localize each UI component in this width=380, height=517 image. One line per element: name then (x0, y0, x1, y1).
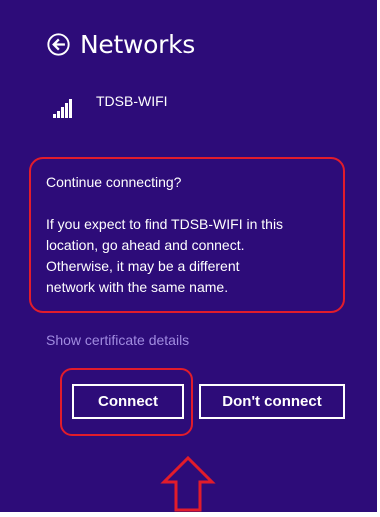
connect-highlight-outline (60, 368, 193, 436)
page-title: Networks (80, 30, 196, 59)
back-arrow-circle-icon[interactable] (47, 33, 70, 56)
message-highlight-outline (29, 157, 345, 313)
show-certificate-link[interactable]: Show certificate details (46, 331, 189, 349)
network-name: TDSB-WIFI (96, 93, 168, 109)
dont-connect-button[interactable]: Don't connect (199, 384, 345, 419)
networks-panel: Networks TDSB-WIFI Continue connecting? … (0, 0, 377, 512)
wifi-signal-bars-icon (53, 96, 75, 118)
up-arrow-icon (158, 455, 218, 512)
